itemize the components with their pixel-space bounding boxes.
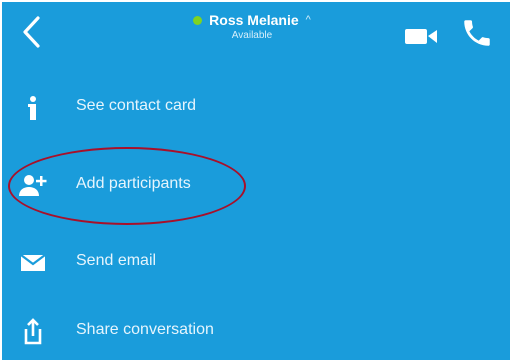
menu-item-label: Send email: [76, 252, 157, 269]
menu-item-see-contact-card[interactable]: See contact card: [2, 78, 510, 138]
menu-item-add-participants[interactable]: Add participants: [2, 156, 510, 216]
menu-item-label: Add participants: [76, 175, 191, 192]
share-icon: [24, 318, 42, 345]
info-icon: [28, 96, 36, 120]
menu-item-label: See contact card: [76, 97, 197, 114]
menu-item-send-email[interactable]: Send email: [2, 233, 510, 293]
phone-icon[interactable]: [460, 16, 494, 50]
video-call-icon[interactable]: [403, 20, 443, 52]
contact-header[interactable]: Ross Melanie ^ Available: [142, 12, 362, 41]
menu-item-share-conversation[interactable]: Share conversation: [2, 302, 510, 360]
envelope-icon: [20, 254, 46, 271]
add-person-icon: [19, 175, 47, 196]
chevron-up-icon: ^: [305, 14, 311, 26]
contact-name: Ross Melanie: [209, 12, 299, 28]
screenshot-frame: Ross Melanie ^ Available See contact car…: [0, 0, 512, 363]
presence-status: Available: [231, 30, 273, 41]
menu-item-label: Share conversation: [76, 321, 214, 338]
back-arrow-icon[interactable]: [16, 12, 48, 52]
presence-dot: [193, 15, 203, 25]
conversation-options-panel: Ross Melanie ^ Available See contact car…: [2, 2, 510, 360]
header-bar: Ross Melanie ^ Available: [2, 2, 510, 64]
